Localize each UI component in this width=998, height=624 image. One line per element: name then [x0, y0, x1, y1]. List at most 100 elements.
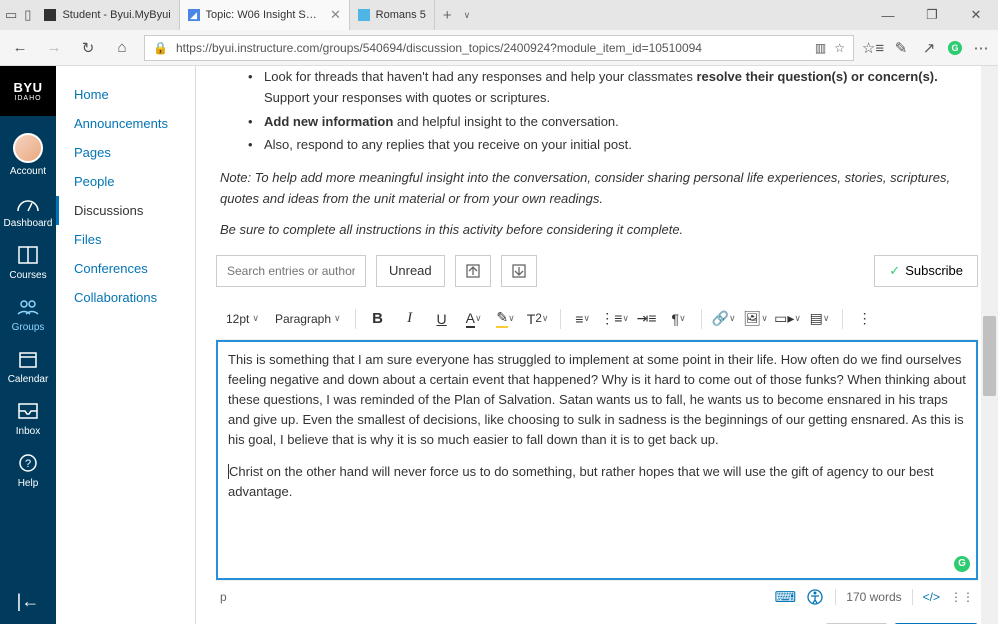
font-size-select[interactable]: 12pt ∨	[220, 308, 265, 330]
image-button[interactable]: 🖼 ∨	[742, 305, 770, 333]
check-icon: ✓	[889, 263, 900, 279]
calendar-icon	[16, 347, 40, 371]
nav-account[interactable]: Account	[0, 116, 56, 183]
link-button[interactable]: 🔗 ∨	[710, 305, 738, 333]
reading-view-icon[interactable]: ▥	[815, 41, 826, 55]
avatar	[13, 133, 43, 163]
chevron-down-icon: ∨	[334, 313, 341, 324]
share-icon[interactable]: ↗	[920, 39, 938, 57]
favorites-hub-icon[interactable]: ☆≡	[864, 39, 882, 57]
nav-label: Account	[10, 166, 46, 177]
coursenav-conferences[interactable]: Conferences	[56, 254, 195, 283]
nav-courses[interactable]: Courses	[0, 235, 56, 287]
more-tools-button[interactable]: ⋮	[851, 305, 879, 333]
chevron-down-icon: ∨	[252, 313, 259, 324]
coursenav-people[interactable]: People	[56, 167, 195, 196]
inbox-icon	[16, 399, 40, 423]
search-input[interactable]	[216, 255, 366, 287]
minimize-button[interactable]: —	[866, 0, 910, 30]
coursenav-discussions[interactable]: Discussions	[56, 196, 195, 225]
collapse-replies-button[interactable]	[455, 255, 491, 287]
bullet-strong: Add new information	[264, 114, 393, 129]
nav-inbox[interactable]: Inbox	[0, 391, 56, 443]
accessibility-icon[interactable]	[805, 587, 825, 607]
indent-button[interactable]: ⇥≡	[633, 305, 661, 333]
editor-textarea[interactable]: This is something that I am sure everyon…	[216, 340, 978, 580]
browser-tab-canvas[interactable]: ◢ Topic: W06 Insight Shar ✕	[180, 0, 350, 30]
window-controls: — ❐ ✕	[866, 0, 998, 30]
close-window-button[interactable]: ✕	[954, 0, 998, 30]
bullet-text: Look for threads that haven't had any re…	[264, 69, 696, 84]
nav-dashboard[interactable]: Dashboard	[0, 183, 56, 235]
coursenav-home[interactable]: Home	[56, 80, 195, 109]
brand-line2: IDAHO	[14, 95, 41, 102]
resize-handle-icon[interactable]: ⋮⋮	[950, 590, 974, 604]
grammarly-badge[interactable]: G	[954, 556, 970, 572]
grammarly-ext-icon[interactable]: G	[948, 41, 962, 55]
bullet-text: Also, respond to any replies that you re…	[264, 137, 632, 152]
text-color-button[interactable]: A ∨	[460, 305, 488, 333]
back-history-icon[interactable]: ▯	[24, 7, 31, 23]
global-nav: BYU IDAHO Account Dashboard Courses Grou…	[0, 66, 56, 624]
align-button[interactable]: ≡ ∨	[569, 305, 597, 333]
maximize-button[interactable]: ❐	[910, 0, 954, 30]
document-button[interactable]: ▤ ∨	[806, 305, 834, 333]
italic-button[interactable]: I	[396, 305, 424, 333]
home-button[interactable]: ⌂	[110, 36, 134, 60]
browser-tab-romans[interactable]: Romans 5	[350, 0, 435, 30]
more-icon[interactable]: ⋯	[972, 39, 990, 57]
discussion-instructions: Look for threads that haven't had any re…	[216, 66, 978, 241]
address-bar: ← → ↻ ⌂ 🔒 https://byui.instructure.com/g…	[0, 30, 998, 66]
coursenav-announcements[interactable]: Announcements	[56, 109, 195, 138]
unread-button[interactable]: Unread	[376, 255, 445, 287]
brand-line1: BYU	[14, 80, 43, 95]
forward-button[interactable]: →	[42, 36, 66, 60]
browser-tab-byui[interactable]: Student - Byui.MyByui	[36, 0, 179, 30]
tab-label: Topic: W06 Insight Shar	[206, 9, 320, 21]
subscribe-label: Subscribe	[905, 263, 963, 278]
expand-replies-button[interactable]	[501, 255, 537, 287]
word-count: 170 words	[846, 590, 901, 604]
html-view-button[interactable]: </>	[923, 590, 940, 604]
new-tab-button[interactable]: + ∨	[435, 0, 478, 30]
coursenav-pages[interactable]: Pages	[56, 138, 195, 167]
refresh-button[interactable]: ↻	[76, 36, 100, 60]
block-type-select[interactable]: Paragraph ∨	[269, 308, 347, 330]
course-nav: Home Announcements Pages People Discussi…	[56, 66, 196, 624]
lock-icon: 🔒	[153, 41, 168, 55]
nav-calendar[interactable]: Calendar	[0, 339, 56, 391]
superscript-button[interactable]: T2 ∨	[524, 305, 552, 333]
coursenav-collaborations[interactable]: Collaborations	[56, 283, 195, 312]
nav-groups[interactable]: Groups	[0, 287, 56, 339]
book-icon	[16, 243, 40, 267]
media-button[interactable]: ▭▸ ∨	[774, 305, 802, 333]
notes-icon[interactable]: ✎	[892, 39, 910, 57]
brand-logo[interactable]: BYU IDAHO	[0, 66, 56, 116]
tab-label: Student - Byui.MyByui	[62, 9, 170, 21]
main-scrollbar[interactable]	[981, 66, 998, 624]
reply-editor: 12pt ∨ Paragraph ∨ B I U A ∨ ✎ ∨ T2 ∨ ≡ …	[216, 299, 978, 613]
favicon-canvas: ◢	[188, 9, 200, 21]
highlight-button[interactable]: ✎ ∨	[492, 305, 520, 333]
keyboard-icon[interactable]: ⌨	[775, 587, 795, 607]
favorite-icon[interactable]: ☆	[834, 41, 845, 55]
subscribe-button[interactable]: ✓ Subscribe	[874, 255, 978, 287]
collapse-nav-button[interactable]: |←	[17, 579, 40, 624]
direction-button[interactable]: ¶ ∨	[665, 305, 693, 333]
window-titlebar: ▭ ▯ Student - Byui.MyByui ◢ Topic: W06 I…	[0, 0, 998, 30]
element-path[interactable]: p	[220, 590, 227, 604]
bullet-list-button[interactable]: ⋮≡ ∨	[601, 305, 629, 333]
chevron-down-icon[interactable]: ∨	[464, 10, 471, 21]
close-tab-icon[interactable]: ✕	[330, 7, 341, 23]
bold-button[interactable]: B	[364, 305, 392, 333]
titlebar-sys-icons: ▭ ▯	[0, 0, 36, 30]
scrollbar-thumb[interactable]	[983, 316, 996, 396]
back-button[interactable]: ←	[8, 36, 32, 60]
discussion-toolbar: Unread ✓ Subscribe	[216, 255, 978, 287]
help-icon: ?	[16, 451, 40, 475]
nav-help[interactable]: ? Help	[0, 443, 56, 495]
underline-button[interactable]: U	[428, 305, 456, 333]
url-input[interactable]: 🔒 https://byui.instructure.com/groups/54…	[144, 35, 854, 61]
url-text: https://byui.instructure.com/groups/5406…	[176, 41, 807, 55]
coursenav-files[interactable]: Files	[56, 225, 195, 254]
